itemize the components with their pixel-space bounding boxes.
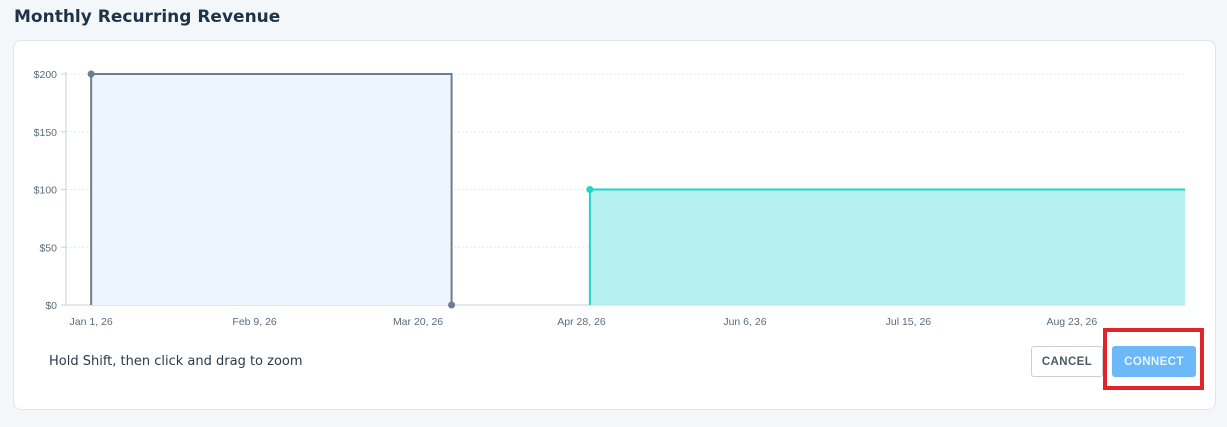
x-tick-label: Apr 28, 26 bbox=[557, 316, 606, 328]
y-tick-label: $0 bbox=[45, 300, 57, 312]
x-tick-label: Jan 1, 26 bbox=[70, 316, 113, 328]
series-0-area bbox=[91, 74, 452, 305]
x-tick-label: Mar 20, 26 bbox=[393, 316, 443, 328]
chart-card: $0 $50 $100 $150 $200 Jan 1, 26 Feb 9, 26 Mar 2… bbox=[13, 40, 1216, 410]
cancel-button[interactable]: CANCEL bbox=[1031, 346, 1103, 377]
x-tick-label: Aug 23, 26 bbox=[1046, 316, 1097, 328]
connect-highlight-box bbox=[1103, 328, 1204, 390]
y-tick-label: $200 bbox=[34, 69, 58, 81]
zoom-hint: Hold Shift, then click and drag to zoom bbox=[49, 354, 303, 369]
x-tick-label: Jul 15, 26 bbox=[886, 316, 932, 328]
series-0-point bbox=[448, 301, 456, 309]
x-tick-label: Jun 6, 26 bbox=[723, 316, 766, 328]
mrr-chart[interactable]: $0 $50 $100 $150 $200 Jan 1, 26 Feb 9, 26 Mar 2… bbox=[14, 41, 1215, 341]
x-tick-label: Feb 9, 26 bbox=[232, 316, 277, 328]
series-0-point bbox=[87, 70, 95, 78]
y-tick-label: $100 bbox=[34, 185, 58, 197]
page-title: Monthly Recurring Revenue bbox=[14, 7, 281, 27]
y-tick-label: $150 bbox=[34, 127, 58, 139]
series-1-point bbox=[586, 186, 594, 193]
series-1-area bbox=[589, 189, 1185, 305]
y-tick-label: $50 bbox=[39, 242, 57, 254]
